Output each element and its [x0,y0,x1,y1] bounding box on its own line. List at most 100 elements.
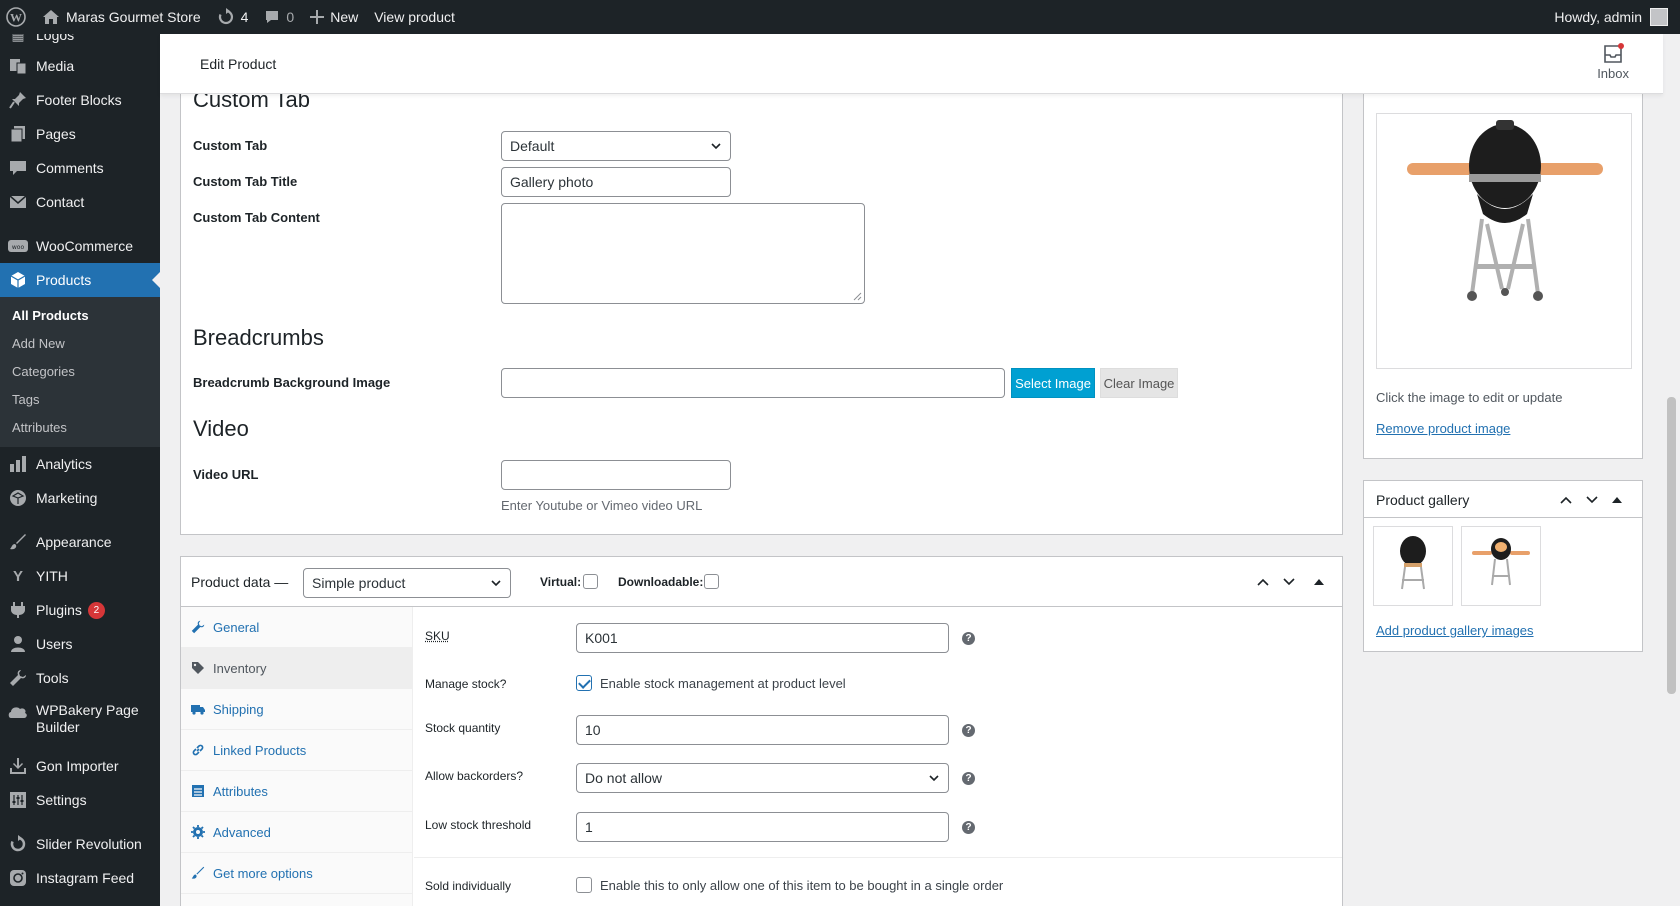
sold-individually-checkbox[interactable] [576,877,592,893]
sidebar-item-analytics[interactable]: Analytics [0,447,160,481]
tab-general[interactable]: General [181,607,412,648]
truck-icon [191,702,205,716]
tab-shipping[interactable]: Shipping [181,689,412,730]
sku-input[interactable]: K001 [576,623,949,653]
tab-label: Advanced [213,824,271,840]
sidebar-item-label: Appearance [36,534,112,550]
product-type-select[interactable]: Simple product [303,568,511,598]
link-icon [191,743,205,757]
help-icon[interactable]: ? [962,724,975,737]
tab-attributes[interactable]: Attributes [181,771,412,812]
updates-icon [217,8,235,26]
backorders-select[interactable]: Do not allow [576,763,949,793]
site-name-link[interactable]: Maras Gourmet Store [34,0,209,34]
sidebar-item-plugins[interactable]: Plugins 2 [0,593,160,627]
sidebar-item-settings[interactable]: Settings [0,783,160,817]
product-data-panel: Product data — Simple product Virtual: D… [180,556,1343,906]
sidebar-item-appearance[interactable]: Appearance [0,525,160,559]
sidebar-item-comments[interactable]: Comments [0,151,160,185]
tab-get-more-options[interactable]: Get more options [181,853,412,894]
sidebar-item-tools[interactable]: Tools [0,661,160,695]
tab-inventory[interactable]: Inventory [181,648,412,689]
video-url-input[interactable] [501,460,731,490]
sidebar-item-label: Gon Importer [36,758,119,774]
page-scrollbar[interactable] [1663,34,1680,906]
tab-advanced[interactable]: Advanced [181,812,412,853]
downloadable-checkbox[interactable] [704,574,719,589]
sidebar-item-instagram-feed[interactable]: Instagram Feed [0,861,160,895]
collapse-toggle-icon[interactable] [1311,574,1327,590]
product-image-panel: Click the image to edit or update Remove… [1363,70,1643,459]
scrollbar-thumb[interactable] [1667,397,1676,694]
sidebar-item-label: Analytics [36,456,93,472]
clear-image-button[interactable]: Clear Image [1100,368,1178,398]
wordpress-logo[interactable]: W [0,0,34,34]
submenu-all-products[interactable]: All Products [0,301,160,329]
move-down-icon[interactable] [1584,492,1600,508]
move-down-icon[interactable] [1281,574,1297,590]
inbox-notification-dot [1618,43,1625,49]
help-icon[interactable]: ? [962,772,975,785]
add-gallery-images-link[interactable]: Add product gallery images [1376,623,1534,638]
move-up-icon[interactable] [1558,492,1574,508]
submenu-attributes[interactable]: Attributes [0,413,160,441]
sidebar-item-media[interactable]: Media [0,49,160,83]
custom-tab-select[interactable]: Default [501,131,731,161]
low-stock-input[interactable]: 1 [576,812,949,842]
comments-link[interactable]: 0 [256,0,302,34]
custom-tab-content-label: Custom Tab Content [193,210,320,225]
help-icon[interactable]: ? [962,632,975,645]
help-icon[interactable]: ? [962,821,975,834]
low-stock-value: 1 [585,819,593,835]
custom-tab-title-input[interactable]: Gallery photo [501,167,731,197]
updates-link[interactable]: 4 [209,0,257,34]
gallery-thumbnail-image [1472,538,1530,586]
sidebar-item-label: Contact [36,194,85,210]
sidebar-item-label: Marketing [36,490,98,506]
sidebar-item-label: WPBakery Page Builder [36,702,139,735]
breadcrumb-bg-input[interactable] [501,368,1005,398]
greeting: Howdy, admin [1554,9,1642,25]
gallery-thumbnail[interactable] [1373,526,1453,606]
collapse-toggle-icon[interactable] [1609,492,1625,508]
sidebar-item-products[interactable]: Products [0,263,160,297]
sidebar-item-pages[interactable]: Pages [0,117,160,151]
remove-product-image-link[interactable]: Remove product image [1376,421,1510,436]
sidebar-item-gon-importer[interactable]: Gon Importer [0,749,160,783]
sidebar-item-wpbakery[interactable]: WPBakery Page Builder [0,695,160,749]
sidebar-item-contact[interactable]: Contact [0,185,160,219]
virtual-checkbox[interactable] [583,574,598,589]
manage-stock-checkbox[interactable] [576,675,592,691]
submenu-tags[interactable]: Tags [0,385,160,413]
users-icon [8,634,28,654]
sidebar-item-footer-blocks[interactable]: Footer Blocks [0,83,160,117]
sidebar-item-logos[interactable]: ▦ Logos [0,34,160,52]
tab-linked-products[interactable]: Linked Products [181,730,412,771]
admin-sidebar: ▦ Logos Media Footer Blocks Pages Commen… [0,34,160,906]
stock-quantity-input[interactable]: 10 [576,715,949,745]
sidebar-item-woocommerce[interactable]: woo WooCommerce [0,229,160,263]
move-up-icon[interactable] [1255,574,1271,590]
select-image-button[interactable]: Select Image [1011,368,1095,398]
products-icon [8,270,28,290]
gallery-thumbnail[interactable] [1461,526,1541,606]
submenu-add-new[interactable]: Add New [0,329,160,357]
new-content-link[interactable]: New [302,0,366,34]
instagram-icon [8,868,28,888]
custom-tab-title-label: Custom Tab Title [193,174,298,189]
inbox-button[interactable]: Inbox [1597,43,1629,81]
backorders-label: Allow backorders? [425,769,524,783]
sidebar-item-marketing[interactable]: Marketing [0,481,160,515]
sidebar-item-slider-revolution[interactable]: Slider Revolution [0,827,160,861]
view-product-link[interactable]: View product [366,0,463,34]
submenu-categories[interactable]: Categories [0,357,160,385]
sidebar-item-label: Settings [36,792,87,808]
pages-icon [8,124,28,144]
stock-quantity-value: 10 [585,722,601,738]
sidebar-item-yith[interactable]: Y YITH [0,559,160,593]
settings-icon [8,790,28,810]
my-account-link[interactable]: Howdy, admin [1546,0,1680,34]
product-image-frame[interactable] [1376,113,1632,369]
sidebar-item-users[interactable]: Users [0,627,160,661]
custom-tab-content-textarea[interactable] [501,203,865,304]
